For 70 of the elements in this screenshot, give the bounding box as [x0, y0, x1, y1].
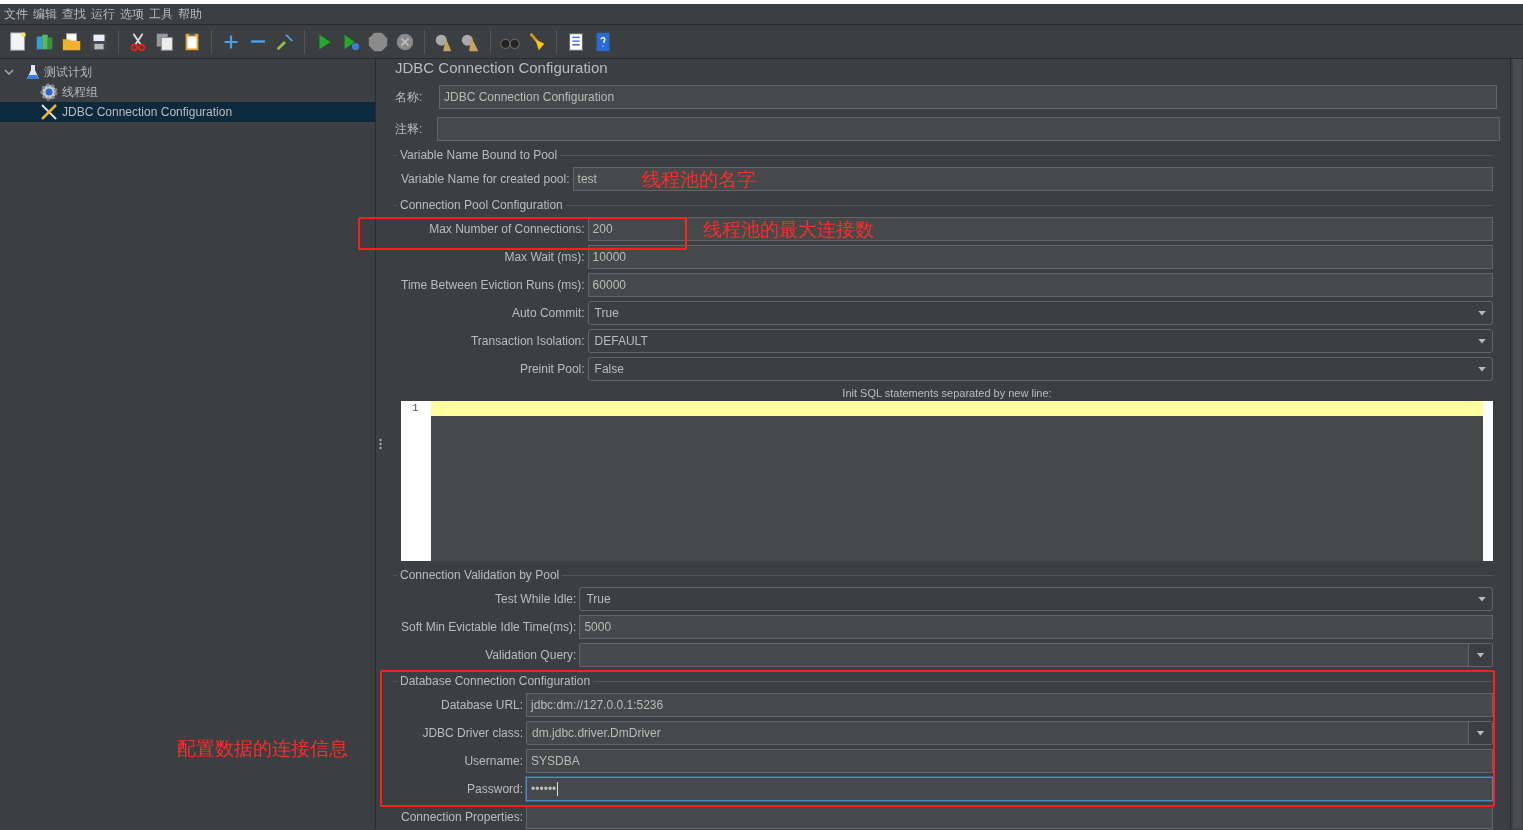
field-label: Test While Idle:	[494, 592, 577, 606]
field-label: Password:	[466, 782, 524, 796]
field-label: JDBC Driver class:	[421, 726, 524, 740]
field-label: Connection Properties:	[401, 810, 524, 824]
tree-item[interactable]: JDBC Connection Configuration	[0, 102, 375, 122]
text-field[interactable]: test 线程池的名字	[572, 167, 1493, 191]
text-field[interactable]: 200 线程池的最大连接数	[587, 217, 1493, 241]
stop-icon	[367, 30, 389, 53]
gear-icon	[40, 83, 58, 101]
chevron-down-icon[interactable]	[4, 67, 14, 77]
tree-item[interactable]: 线程组	[0, 82, 375, 102]
field-label: Preinit Pool:	[518, 362, 585, 376]
text-field[interactable]: 5000	[579, 615, 1493, 639]
field-label: Auto Commit:	[510, 306, 585, 320]
line-number: 1	[412, 402, 420, 414]
code-editor[interactable]: 1	[401, 401, 1493, 561]
menu-item[interactable]: 文件	[3, 5, 32, 23]
annotation-text: 线程池的最大连接数	[702, 220, 874, 239]
caret-icon	[1478, 366, 1486, 372]
scrollbar[interactable]	[1510, 59, 1523, 829]
annotation-text: 线程池的名字	[641, 170, 756, 189]
menu-item[interactable]: 编辑	[32, 5, 61, 23]
menu-item[interactable]: 查找	[61, 5, 90, 23]
caret-icon	[1476, 730, 1485, 736]
flask-icon	[26, 64, 40, 80]
text-field[interactable]: SYSDBA	[526, 749, 1493, 773]
field-label: Transaction Isolation:	[470, 334, 585, 348]
field-label: Username:	[463, 754, 524, 768]
field-label: Variable Name for created pool:	[401, 172, 570, 186]
section-title: Database Connection Configuration	[400, 674, 591, 688]
menu-item[interactable]: 工具	[148, 5, 177, 23]
text-field[interactable]: 10000	[587, 245, 1493, 269]
text-field[interactable]: jdbc:dm://127.0.0.1:5236	[526, 693, 1493, 717]
caret-icon	[1478, 596, 1486, 602]
field-label: Max Number of Connections:	[428, 222, 585, 236]
field-label: Soft Min Evictable Idle Time(ms):	[401, 620, 577, 634]
comment-field[interactable]	[437, 117, 1500, 141]
tree-item[interactable]: 测试计划	[0, 62, 375, 82]
dropdown[interactable]: False	[587, 357, 1493, 381]
field-label: Database URL:	[440, 698, 524, 712]
editor-label: Init SQL statements separated by new line:	[841, 387, 1053, 399]
menu-item[interactable]: 选项	[119, 5, 148, 23]
dropdown[interactable]: DEFAULT	[587, 329, 1493, 353]
document-icon	[7, 30, 29, 53]
minus-icon	[251, 40, 265, 43]
name-field[interactable]: JDBC Connection Configuration	[439, 85, 1497, 109]
field-label: 名称:	[395, 88, 424, 106]
section-title: Connection Pool Configuration	[400, 198, 563, 212]
section-title: Variable Name Bound to Pool	[400, 148, 558, 162]
folder-icon	[61, 30, 83, 53]
text-field[interactable]	[526, 805, 1493, 829]
panel-title: JDBC Connection Configuration	[394, 59, 609, 78]
field-label: Validation Query:	[484, 648, 577, 662]
caret-icon	[1476, 652, 1485, 658]
menu-item[interactable]: 运行	[90, 5, 119, 23]
caret-icon	[1478, 310, 1486, 316]
text-field[interactable]: 60000	[587, 273, 1493, 297]
wrench-screwdriver-icon	[40, 103, 58, 121]
dropdown[interactable]: True	[587, 301, 1493, 325]
password-field[interactable]: ••••••	[526, 777, 1493, 801]
field-label: Time Between Eviction Runs (ms):	[401, 278, 585, 292]
field-label: Max Wait (ms):	[503, 250, 585, 264]
caret-icon	[1478, 338, 1486, 344]
menu-item[interactable]: 帮助	[177, 5, 206, 23]
dropdown[interactable]: True	[579, 587, 1493, 611]
field-label: 注释:	[395, 120, 424, 138]
section-title: Connection Validation by Pool	[400, 568, 560, 582]
combo-box[interactable]: dm.jdbc.driver.DmDriver	[526, 721, 1493, 745]
annotation-text: 配置数据的连接信息	[177, 739, 348, 758]
grip-icon[interactable]	[378, 438, 382, 450]
